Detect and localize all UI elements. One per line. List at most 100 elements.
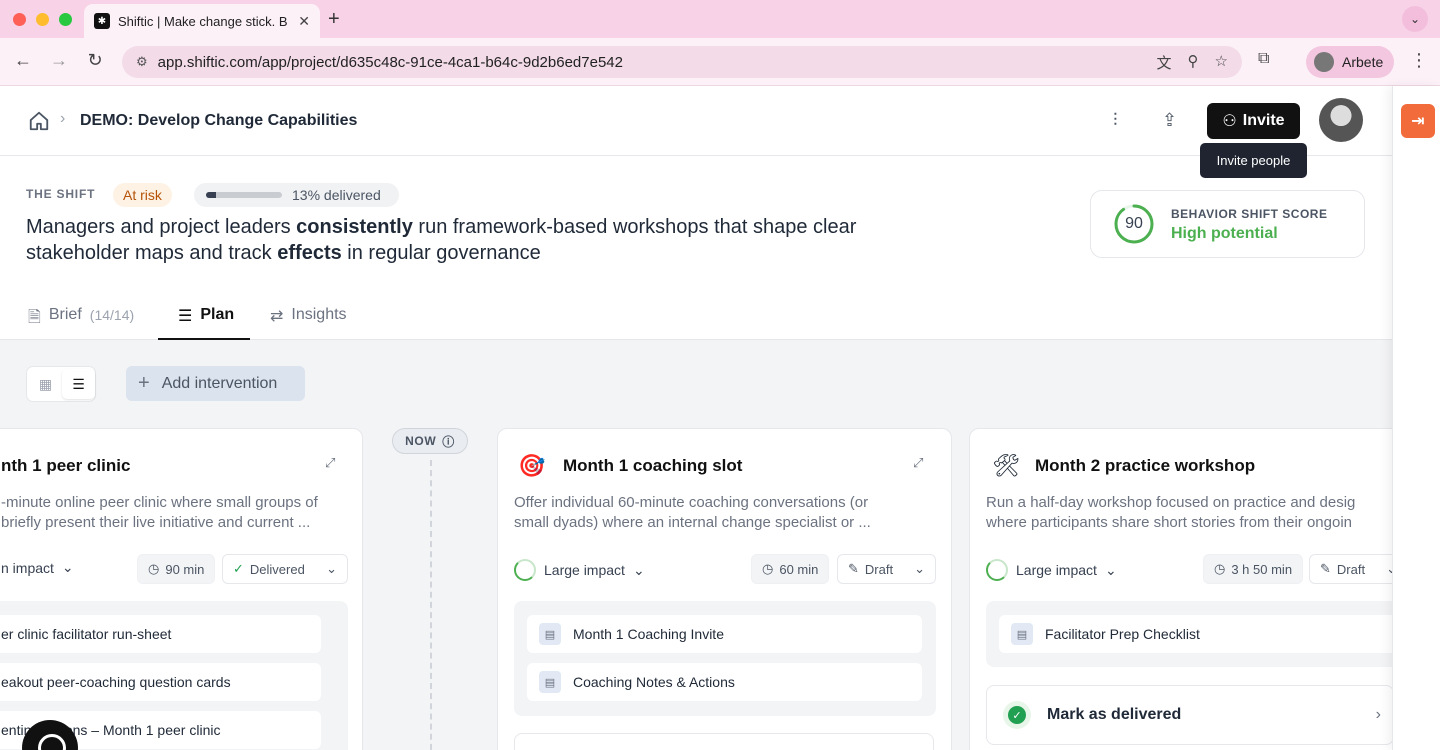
home-icon[interactable] <box>28 110 50 132</box>
status-dropdown[interactable]: ✓ Delivered ⌄ <box>222 554 348 584</box>
impact-selector[interactable]: Large impact ⌄ <box>986 559 1117 581</box>
close-tab-icon[interactable]: ✕ <box>298 13 310 30</box>
card-description-line: Run a half-day workshop focused on pract… <box>986 494 1356 511</box>
zoom-icon[interactable]: ⚲ <box>1188 52 1199 73</box>
browser-menu-icon[interactable]: ⋮ <box>1410 50 1428 71</box>
card-description-line: -minute online peer clinic where small g… <box>1 494 318 511</box>
browser-tab[interactable]: ✱ Shiftic | Make change stick. B ✕ <box>84 4 320 38</box>
intervention-card[interactable]: nth 1 peer clinic ⤢ -minute online peer … <box>0 428 363 750</box>
site-settings-icon[interactable]: ⚙ <box>136 54 148 70</box>
duration-chip[interactable]: ◷ 60 min <box>751 554 830 584</box>
info-icon[interactable]: ⓘ <box>442 433 455 450</box>
behavior-shift-score-card[interactable]: 90 BEHAVIOR SHIFT SCORE High potential <box>1090 190 1365 258</box>
now-marker: NOW ⓘ <box>392 428 468 454</box>
document-icon: ▤ <box>539 623 561 645</box>
invite-button[interactable]: ⚇ Invite <box>1207 103 1300 139</box>
intervention-card[interactable]: 🎯 Month 1 coaching slot ⤢ Offer individu… <box>497 428 952 750</box>
new-tab-button[interactable]: + <box>328 8 340 31</box>
impact-label: n impact <box>1 559 54 576</box>
asset-title: eakout peer-coaching question cards <box>1 674 231 690</box>
score-label: BEHAVIOR SHIFT SCORE <box>1171 207 1328 221</box>
asset-item[interactable]: ▤ Month 1 Coaching Invite <box>527 615 922 653</box>
impact-selector[interactable]: Large impact ⌄ <box>514 559 645 581</box>
close-window-button[interactable] <box>13 13 26 26</box>
tab-label: Plan <box>200 306 235 323</box>
status-label: Draft <box>1336 561 1366 577</box>
mark-delivered-button[interactable]: ✓ Mark as delivered › <box>986 685 1392 745</box>
status-dropdown[interactable]: ✎ Draft ⌄ <box>837 554 936 584</box>
pencil-icon: ✎ <box>1320 561 1331 576</box>
grid-view-icon[interactable]: ▦ <box>29 369 62 399</box>
settings-sliders-icon[interactable]: ⫶ <box>1113 110 1118 131</box>
list-view-icon[interactable]: ☰ <box>62 369 95 399</box>
expand-icon[interactable]: ⤢ <box>913 455 923 471</box>
card-title: nth 1 peer clinic <box>1 456 131 475</box>
maximize-window-button[interactable] <box>59 13 72 26</box>
tab-title: Shiftic | Make change stick. B <box>118 13 288 29</box>
asset-title: Coaching Notes & Actions <box>573 674 735 690</box>
status-dropdown[interactable]: ✎ Draft ⌄ <box>1309 554 1392 584</box>
tab-insights[interactable]: ⇄ Insights <box>270 306 347 340</box>
check-circle-icon: ✓ <box>1003 701 1031 729</box>
translate-icon[interactable]: 文 <box>1157 52 1172 73</box>
target-icon: 🎯 <box>518 453 546 478</box>
add-intervention-button[interactable]: + Add intervention <box>126 366 305 401</box>
shift-text-part: Managers and project leaders <box>26 216 297 238</box>
impact-selector[interactable]: n impact ⌄ <box>1 559 74 576</box>
asset-item[interactable]: er clinic facilitator run-sheet <box>0 615 321 653</box>
asset-item[interactable]: ▤ Coaching Notes & Actions <box>527 663 922 701</box>
impact-ring-icon <box>514 559 536 581</box>
status-label: Draft <box>864 561 894 577</box>
asset-item[interactable]: eakout peer-coaching question cards <box>0 663 321 701</box>
impact-label: Large impact <box>544 562 625 578</box>
asset-item[interactable]: ▤ Facilitator Prep Checklist <box>999 615 1392 653</box>
chevron-right-icon: › <box>1375 706 1381 723</box>
clock-icon: ◷ <box>1214 561 1226 576</box>
right-side-rail: ⇥ <box>1392 86 1440 750</box>
card-description-line: small dyads) where an internal change sp… <box>514 514 871 531</box>
browser-toolbar: ← → ↻ ⚙ app.shiftic.com/app/project/d635… <box>0 38 1440 86</box>
expand-icon[interactable]: ⤢ <box>325 455 335 471</box>
project-title: DEMO: Develop Change Capabilities <box>80 112 358 129</box>
tab-plan[interactable]: ☰ Plan <box>158 306 250 340</box>
bookmark-star-icon[interactable]: ☆ <box>1215 52 1228 73</box>
duration-chip[interactable]: ◷ 3 h 50 min <box>1203 554 1304 584</box>
assistant-logo-icon[interactable]: ⇥ <box>1401 104 1435 138</box>
document-icon: 🗎 <box>28 309 41 326</box>
status-label: Delivered <box>249 561 305 577</box>
asset-title: Facilitator Prep Checklist <box>1045 626 1200 642</box>
card-description-line: Offer individual 60-minute coaching conv… <box>514 494 869 511</box>
check-circle-icon: ✓ <box>233 561 244 576</box>
card-description: Offer individual 60-minute coaching conv… <box>514 493 871 533</box>
tab-search-button[interactable]: ⌄ <box>1402 6 1428 32</box>
asset-list: ▤ Month 1 Coaching Invite ▤ Coaching Not… <box>514 601 936 716</box>
duration-label: 90 min <box>165 561 205 577</box>
plus-icon: + <box>138 372 150 394</box>
tab-count: (14/14) <box>89 307 135 323</box>
mark-delivered-peek[interactable] <box>514 733 934 750</box>
document-icon: ▤ <box>539 671 561 693</box>
profile-button[interactable]: Arbete <box>1306 46 1394 78</box>
tab-brief[interactable]: 🗎 Brief (14/14) <box>28 306 134 340</box>
intervention-card[interactable]: 🛠 Month 2 practice workshop Run a half-d… <box>969 428 1392 750</box>
extensions-icon[interactable]: ⧉ <box>1258 50 1269 68</box>
share-icon[interactable]: ⇪ <box>1162 110 1177 131</box>
card-title: Month 2 practice workshop <box>1035 456 1256 475</box>
card-title: Month 1 coaching slot <box>563 456 743 475</box>
minimize-window-button[interactable] <box>36 13 49 26</box>
user-avatar[interactable] <box>1319 98 1363 142</box>
address-bar[interactable]: ⚙ app.shiftic.com/app/project/d635c48c-9… <box>122 46 1242 78</box>
mark-delivered-label: Mark as delivered <box>1047 706 1182 723</box>
project-header: › DEMO: Develop Change Capabilities ⫶ ⇪ … <box>0 86 1392 178</box>
progress-fill <box>206 192 216 198</box>
back-button[interactable]: ← <box>11 50 35 71</box>
chevron-down-icon: ⌄ <box>914 561 925 576</box>
forward-button[interactable]: → <box>47 50 71 71</box>
document-icon: ▤ <box>1011 623 1033 645</box>
app-content: › DEMO: Develop Change Capabilities ⫶ ⇪ … <box>0 86 1392 750</box>
reload-button[interactable]: ↻ <box>83 50 107 71</box>
status-badge: At risk <box>113 183 172 207</box>
duration-chip[interactable]: ◷ 90 min <box>137 554 216 584</box>
progress-track <box>206 192 282 198</box>
project-tabs: 🗎 Brief (14/14) ☰ Plan ⇄ Insights <box>0 298 1392 340</box>
